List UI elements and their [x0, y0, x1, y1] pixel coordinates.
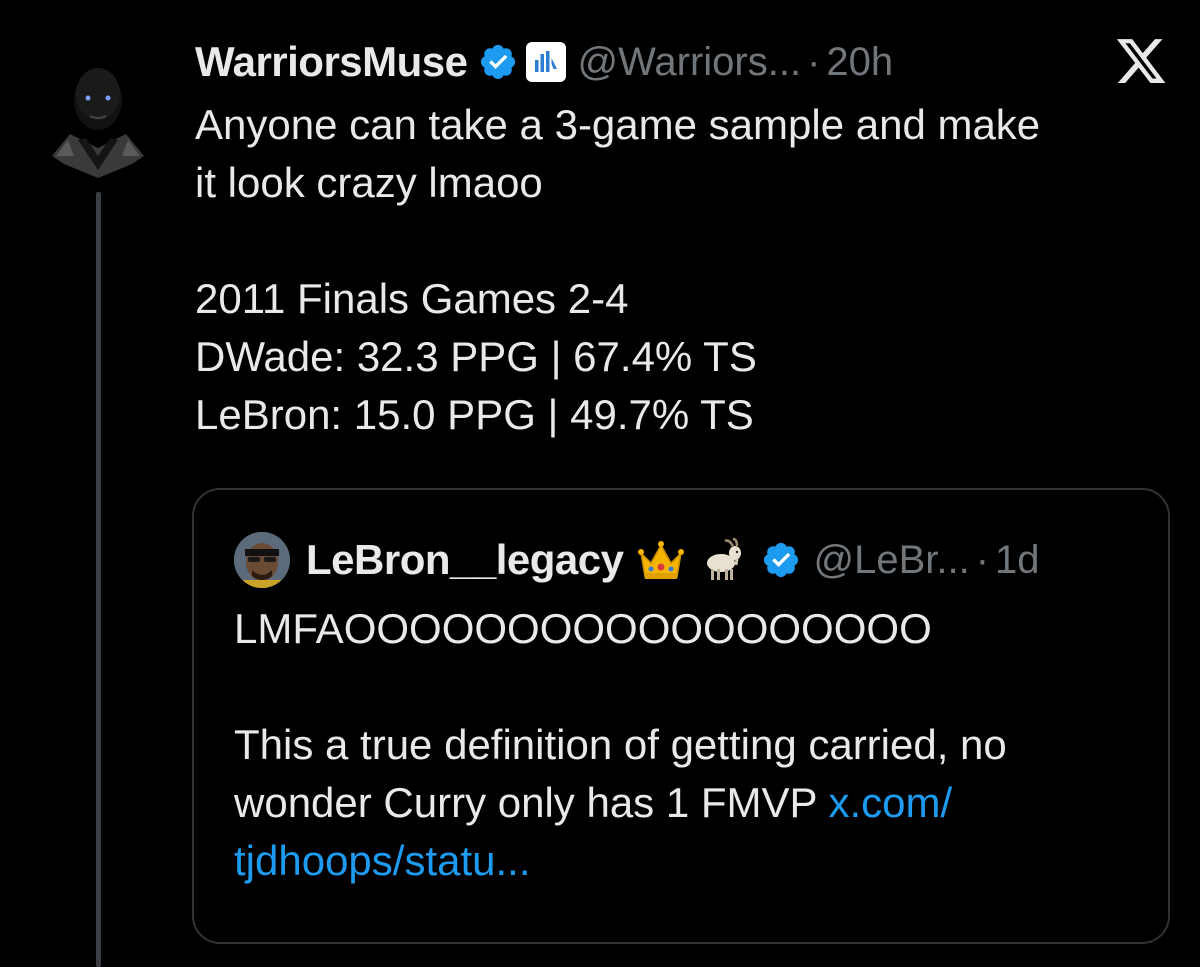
quoted-line-text: wonder Curry only has 1 FMVP: [234, 779, 829, 826]
goat-emoji-icon: [707, 537, 742, 580]
crown-emoji-icon: [638, 541, 685, 579]
quoted-blank-line: [234, 658, 1154, 716]
quoted-tweet-header: LeBron__legacy @LeBr... · 1d: [234, 530, 1040, 590]
tweet-line: DWade: 32.3 PPG | 67.4% TS: [195, 333, 757, 380]
thread-line: [96, 192, 101, 967]
quoted-tweet[interactable]: LeBron__legacy @LeBr... · 1d LMFAOOOOOOO…: [192, 488, 1170, 944]
quoted-link[interactable]: x.com/: [828, 779, 952, 826]
author-avatar[interactable]: [48, 60, 148, 190]
separator-dot: ·: [807, 39, 821, 84]
affiliate-badge-icon[interactable]: [525, 42, 566, 82]
quoted-author-name[interactable]: LeBron__legacy: [306, 536, 624, 584]
quoted-link-continued[interactable]: tjdhoops/statu...: [234, 832, 1154, 890]
x-logo-icon: [1116, 39, 1166, 83]
tweet-line: Anyone can take a 3-game sample and make: [195, 101, 1041, 148]
verified-badge-icon: [480, 44, 515, 80]
tweet-text: Anyone can take a 3-game sample and make…: [195, 96, 1185, 444]
avatar-column: [40, 52, 156, 967]
quoted-tweet-time[interactable]: 1d: [995, 538, 1040, 583]
tweet-header: WarriorsMuse @Warriors... · 20h: [195, 30, 893, 94]
quoted-author-avatar[interactable]: [234, 532, 290, 588]
quoted-tweet-text: LMFAOOOOOOOOOOOOOOOOOO This a true defin…: [234, 600, 1154, 890]
tweet-line: LeBron: 15.0 PPG | 49.7% TS: [195, 391, 754, 438]
author-name[interactable]: WarriorsMuse: [195, 38, 468, 86]
separator-dot: ·: [975, 537, 990, 582]
author-handle[interactable]: @Warriors...: [578, 40, 802, 85]
quoted-author-handle[interactable]: @LeBr...: [813, 538, 969, 583]
tweet[interactable]: WarriorsMuse @Warriors... · 20h Anyone c…: [0, 0, 1200, 967]
tweet-line: it look crazy lmaoo: [195, 159, 543, 206]
tweet-line: 2011 Finals Games 2-4: [195, 275, 629, 322]
quoted-line: This a true definition of getting carrie…: [234, 721, 1007, 768]
verified-badge-icon: [764, 542, 799, 578]
quoted-line: LMFAOOOOOOOOOOOOOOOOOO: [234, 605, 932, 652]
tweet-time[interactable]: 20h: [826, 40, 893, 85]
quoted-line: wonder Curry only has 1 FMVP x.com/: [234, 774, 1154, 832]
